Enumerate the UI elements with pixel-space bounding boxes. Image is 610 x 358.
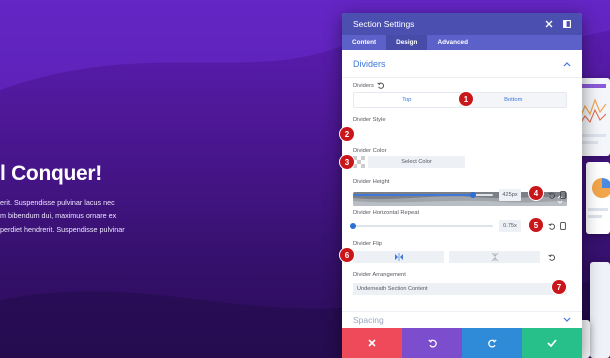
transparent-swatch-icon[interactable] bbox=[353, 156, 365, 168]
tab-content[interactable]: Content bbox=[342, 35, 386, 50]
divider-flip-label: Divider Flip bbox=[353, 241, 382, 247]
device-mockup-bottom bbox=[590, 262, 610, 358]
divider-repeat-label: Divider Horizontal Repeat bbox=[353, 210, 420, 216]
spacing-title: Spacing bbox=[353, 315, 384, 325]
undo-icon bbox=[427, 338, 437, 347]
redo-button[interactable] bbox=[462, 328, 522, 358]
hero-line: m bibendum dui, maximus ornare ex bbox=[0, 211, 117, 221]
mobile-device-icon[interactable] bbox=[559, 191, 567, 199]
divider-style-label: Divider Style bbox=[353, 117, 386, 123]
hero-paragraph: erit. Suspendisse pulvinar lacus nec m b… bbox=[0, 196, 170, 236]
reset-icon[interactable] bbox=[547, 191, 555, 199]
segment-bottom[interactable]: Bottom bbox=[461, 93, 567, 107]
height-slider-fill bbox=[353, 194, 474, 196]
cancel-button[interactable] bbox=[342, 328, 402, 358]
dividers-label: Dividers bbox=[353, 82, 374, 89]
reset-icon[interactable] bbox=[547, 253, 555, 261]
mockup-pie-graphic bbox=[588, 178, 610, 218]
tab-advanced[interactable]: Advanced bbox=[427, 35, 478, 50]
divider-height-label: Divider Height bbox=[353, 179, 390, 185]
segment-top[interactable]: Top bbox=[354, 93, 461, 107]
chevron-up-icon bbox=[563, 61, 571, 66]
annotation-badge: 3 bbox=[340, 155, 354, 169]
annotation-badge: 2 bbox=[340, 127, 354, 141]
section-title: Dividers bbox=[353, 58, 386, 69]
modal-footer bbox=[342, 328, 582, 358]
annotation-badge: 5 bbox=[529, 218, 543, 232]
select-color-button[interactable]: Select Color bbox=[368, 156, 465, 168]
modal-content: Dividers bbox=[342, 50, 582, 78]
close-icon[interactable] bbox=[542, 17, 556, 31]
close-icon bbox=[368, 339, 376, 347]
reset-icon[interactable] bbox=[547, 222, 555, 230]
dividers-section-toggle[interactable]: Dividers bbox=[342, 50, 582, 78]
modal-header: Section Settings bbox=[342, 13, 582, 35]
annotation-badge: 6 bbox=[340, 248, 354, 262]
check-icon bbox=[547, 339, 557, 347]
dividers-label-row: Dividers bbox=[353, 82, 384, 89]
flip-horizontal-button[interactable] bbox=[353, 251, 444, 263]
flip-vertical-button[interactable] bbox=[449, 251, 540, 263]
modal-title: Section Settings bbox=[353, 19, 415, 29]
divider-arrangement-label: Divider Arrangement bbox=[353, 272, 406, 278]
divider-arrangement-select[interactable]: Underneath Section Content bbox=[353, 283, 567, 295]
annotation-badge: 4 bbox=[529, 186, 543, 200]
mobile-device-icon[interactable] bbox=[559, 222, 567, 230]
modal-tabs: Content Design Advanced bbox=[342, 35, 582, 50]
device-mockup-tablet bbox=[586, 162, 610, 234]
hero-line: erit. Suspendisse pulvinar lacus nec bbox=[0, 198, 115, 207]
height-value[interactable]: 425px bbox=[499, 189, 521, 201]
flip-vertical-icon bbox=[491, 252, 498, 262]
tab-design[interactable]: Design bbox=[386, 35, 428, 50]
repeat-value[interactable]: 0.75x bbox=[499, 220, 521, 232]
hero-heading: l Conquer! bbox=[0, 162, 102, 185]
save-button[interactable] bbox=[522, 328, 582, 358]
dock-sidebar-icon[interactable] bbox=[560, 17, 574, 31]
repeat-slider-thumb[interactable] bbox=[350, 223, 356, 229]
annotation-badge: 7 bbox=[552, 280, 566, 294]
divider-color-label: Divider Color bbox=[353, 148, 387, 154]
hero-line: perdiet hendrerit. Suspendisse pulvinar bbox=[0, 224, 125, 234]
repeat-slider-track[interactable] bbox=[353, 225, 493, 227]
reset-icon[interactable] bbox=[377, 82, 384, 89]
flip-horizontal-icon bbox=[394, 253, 403, 261]
redo-icon bbox=[487, 338, 497, 347]
spacing-section-toggle[interactable]: Spacing bbox=[342, 311, 582, 328]
chevron-down-icon bbox=[563, 317, 571, 322]
annotation-badge: 1 bbox=[459, 92, 473, 106]
section-settings-modal: Section Settings Content Design Advanced… bbox=[342, 13, 582, 358]
undo-button[interactable] bbox=[402, 328, 462, 358]
